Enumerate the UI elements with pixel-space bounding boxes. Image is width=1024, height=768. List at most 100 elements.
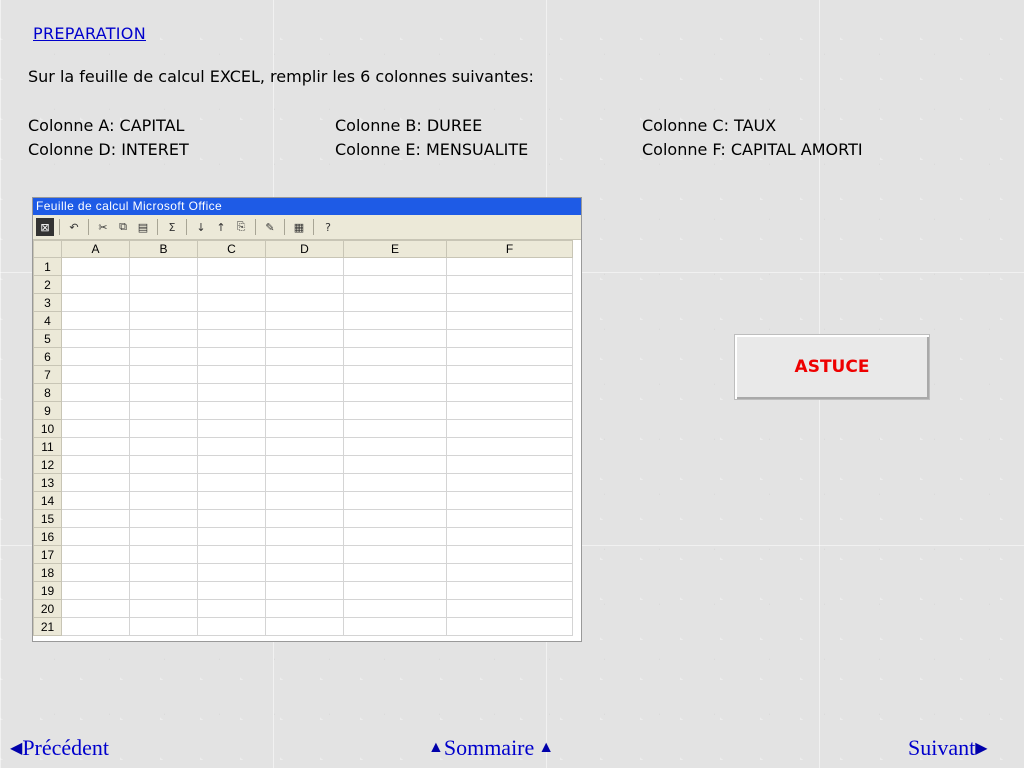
spreadsheet-cell[interactable] xyxy=(265,437,344,456)
spreadsheet-cell[interactable] xyxy=(343,383,447,402)
spreadsheet-cell[interactable] xyxy=(343,581,447,600)
spreadsheet-cell[interactable] xyxy=(129,527,198,546)
spreadsheet-cell[interactable] xyxy=(61,455,130,474)
spreadsheet-cell[interactable] xyxy=(61,599,130,618)
spreadsheet-cell[interactable] xyxy=(446,293,573,312)
spreadsheet-cell[interactable] xyxy=(197,599,266,618)
properties-icon[interactable]: ▦ xyxy=(290,218,308,236)
format-icon[interactable]: ✎ xyxy=(261,218,279,236)
cut-icon[interactable]: ✂ xyxy=(94,218,112,236)
spreadsheet-cell[interactable] xyxy=(129,275,198,294)
spreadsheet-cell[interactable] xyxy=(61,581,130,600)
column-header-a[interactable]: A xyxy=(61,240,130,258)
spreadsheet-cell[interactable] xyxy=(197,455,266,474)
spreadsheet-cell[interactable] xyxy=(61,347,130,366)
spreadsheet-cell[interactable] xyxy=(197,365,266,384)
spreadsheet-cell[interactable] xyxy=(446,455,573,474)
spreadsheet-cell[interactable] xyxy=(129,599,198,618)
row-header[interactable]: 16 xyxy=(33,527,62,546)
spreadsheet-cell[interactable] xyxy=(343,329,447,348)
spreadsheet-cell[interactable] xyxy=(129,437,198,456)
office-logo-icon[interactable]: ⊠ xyxy=(36,218,54,236)
spreadsheet-cell[interactable] xyxy=(197,329,266,348)
spreadsheet-cell[interactable] xyxy=(197,293,266,312)
spreadsheet-cell[interactable] xyxy=(197,509,266,528)
spreadsheet-cell[interactable] xyxy=(197,275,266,294)
hint-button[interactable]: ASTUCE xyxy=(734,334,930,400)
spreadsheet-cell[interactable] xyxy=(265,563,344,582)
spreadsheet-cell[interactable] xyxy=(446,599,573,618)
spreadsheet-cell[interactable] xyxy=(343,509,447,528)
spreadsheet-cell[interactable] xyxy=(343,455,447,474)
spreadsheet-cell[interactable] xyxy=(265,545,344,564)
summary-link[interactable]: ▲ Sommaire ▲ xyxy=(428,735,554,761)
help-icon[interactable]: ? xyxy=(319,218,337,236)
spreadsheet-cell[interactable] xyxy=(129,581,198,600)
row-header[interactable]: 21 xyxy=(33,617,62,636)
spreadsheet-cell[interactable] xyxy=(343,275,447,294)
spreadsheet-cell[interactable] xyxy=(129,347,198,366)
spreadsheet-cell[interactable] xyxy=(265,329,344,348)
row-header[interactable]: 5 xyxy=(33,329,62,348)
row-header[interactable]: 6 xyxy=(33,347,62,366)
row-header[interactable]: 12 xyxy=(33,455,62,474)
row-header[interactable]: 17 xyxy=(33,545,62,564)
spreadsheet-cell[interactable] xyxy=(446,473,573,492)
spreadsheet-cell[interactable] xyxy=(446,329,573,348)
spreadsheet-cell[interactable] xyxy=(61,365,130,384)
autosum-icon[interactable]: Σ xyxy=(163,218,181,236)
row-header[interactable]: 2 xyxy=(33,275,62,294)
spreadsheet-cell[interactable] xyxy=(446,257,573,276)
spreadsheet-cell[interactable] xyxy=(343,437,447,456)
spreadsheet-cell[interactable] xyxy=(343,311,447,330)
spreadsheet-cell[interactable] xyxy=(265,293,344,312)
spreadsheet-cell[interactable] xyxy=(197,257,266,276)
spreadsheet-cell[interactable] xyxy=(446,347,573,366)
spreadsheet-cell[interactable] xyxy=(129,257,198,276)
column-header-c[interactable]: C xyxy=(197,240,266,258)
spreadsheet-cell[interactable] xyxy=(197,311,266,330)
export-icon[interactable]: ⎘ xyxy=(232,218,250,236)
column-header-b[interactable]: B xyxy=(129,240,198,258)
corner-cell[interactable] xyxy=(33,240,62,258)
spreadsheet-cell[interactable] xyxy=(61,401,130,420)
spreadsheet-cell[interactable] xyxy=(343,491,447,510)
spreadsheet-cell[interactable] xyxy=(446,383,573,402)
spreadsheet-cell[interactable] xyxy=(61,293,130,312)
spreadsheet-cell[interactable] xyxy=(129,311,198,330)
spreadsheet-cell[interactable] xyxy=(61,419,130,438)
spreadsheet-cell[interactable] xyxy=(343,599,447,618)
spreadsheet-cell[interactable] xyxy=(446,581,573,600)
spreadsheet-cell[interactable] xyxy=(197,383,266,402)
spreadsheet-cell[interactable] xyxy=(446,491,573,510)
spreadsheet-cell[interactable] xyxy=(265,473,344,492)
spreadsheet-cell[interactable] xyxy=(61,275,130,294)
spreadsheet-cell[interactable] xyxy=(129,293,198,312)
spreadsheet-cell[interactable] xyxy=(265,509,344,528)
spreadsheet-cell[interactable] xyxy=(265,257,344,276)
spreadsheet-cell[interactable] xyxy=(265,455,344,474)
spreadsheet-cell[interactable] xyxy=(446,419,573,438)
spreadsheet-cell[interactable] xyxy=(343,365,447,384)
spreadsheet-cell[interactable] xyxy=(446,563,573,582)
spreadsheet-cell[interactable] xyxy=(197,437,266,456)
row-header[interactable]: 3 xyxy=(33,293,62,312)
spreadsheet-cell[interactable] xyxy=(129,365,198,384)
spreadsheet-cell[interactable] xyxy=(343,419,447,438)
spreadsheet-cell[interactable] xyxy=(265,311,344,330)
next-link[interactable]: Suivant ▶ xyxy=(908,735,988,761)
spreadsheet-cell[interactable] xyxy=(197,419,266,438)
spreadsheet-cell[interactable] xyxy=(129,491,198,510)
spreadsheet-cell[interactable] xyxy=(129,329,198,348)
column-header-f[interactable]: F xyxy=(446,240,573,258)
spreadsheet-cell[interactable] xyxy=(343,545,447,564)
spreadsheet-cell[interactable] xyxy=(265,365,344,384)
spreadsheet-cell[interactable] xyxy=(61,563,130,582)
spreadsheet-cell[interactable] xyxy=(61,329,130,348)
spreadsheet-cell[interactable] xyxy=(129,383,198,402)
spreadsheet-cell[interactable] xyxy=(446,509,573,528)
spreadsheet-cell[interactable] xyxy=(61,257,130,276)
spreadsheet-cell[interactable] xyxy=(343,473,447,492)
spreadsheet-cell[interactable] xyxy=(197,581,266,600)
spreadsheet-cell[interactable] xyxy=(265,275,344,294)
